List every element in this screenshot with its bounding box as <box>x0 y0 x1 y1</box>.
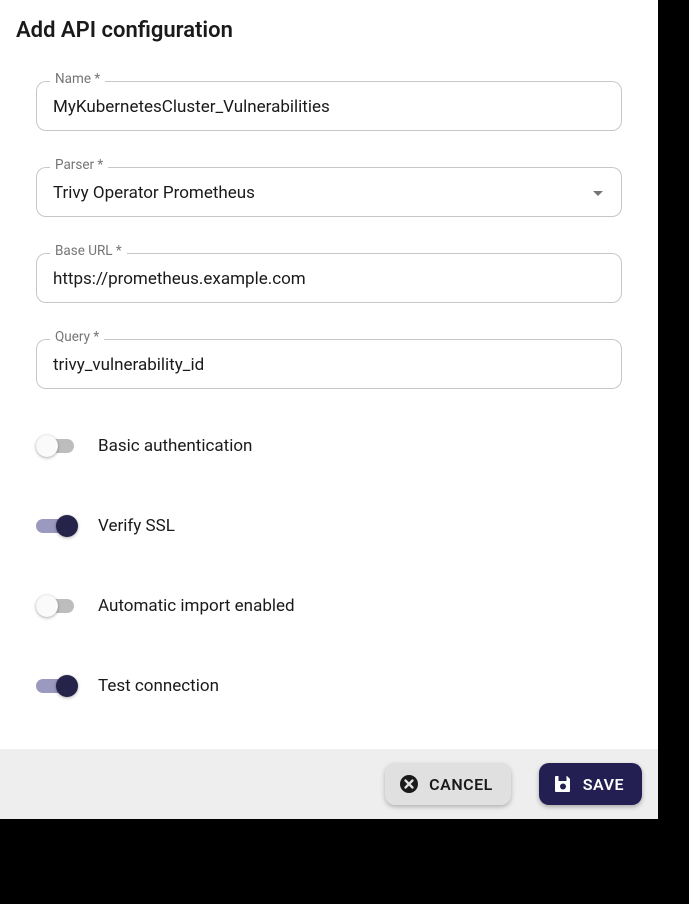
query-field-group: Query * <box>36 339 622 389</box>
dialog-title: Add API configuration <box>0 0 658 55</box>
parser-label: Parser * <box>50 157 108 173</box>
toggles-section: Basic authentication Verify SSL Automati… <box>36 433 622 699</box>
verify-ssl-toggle[interactable] <box>36 515 80 537</box>
test-connection-label: Test connection <box>98 676 219 696</box>
base-url-field-group: Base URL * <box>36 253 622 303</box>
cancel-button[interactable]: CANCEL <box>385 763 511 805</box>
auto-import-label: Automatic import enabled <box>98 596 295 616</box>
dialog-actions: CANCEL SAVE <box>0 749 658 819</box>
verify-ssl-row: Verify SSL <box>36 513 622 539</box>
base-url-label: Base URL * <box>50 243 127 259</box>
basic-auth-row: Basic authentication <box>36 433 622 459</box>
name-input[interactable] <box>36 81 622 131</box>
verify-ssl-label: Verify SSL <box>98 516 175 536</box>
name-field-group: Name * <box>36 81 622 131</box>
save-icon <box>553 774 573 794</box>
parser-select-wrapper: Trivy Operator Prometheus <box>36 167 622 217</box>
api-config-dialog: Add API configuration Name * Parser * Tr… <box>0 0 658 819</box>
basic-auth-toggle[interactable] <box>36 435 80 457</box>
parser-field-group: Parser * Trivy Operator Prometheus <box>36 167 622 217</box>
dialog-content: Name * Parser * Trivy Operator Prometheu… <box>0 55 658 749</box>
close-icon <box>399 774 419 794</box>
test-connection-row: Test connection <box>36 673 622 699</box>
base-url-input[interactable] <box>36 253 622 303</box>
save-button-label: SAVE <box>583 775 624 794</box>
cancel-button-label: CANCEL <box>429 775 493 794</box>
query-label: Query * <box>50 329 104 345</box>
basic-auth-label: Basic authentication <box>98 436 252 456</box>
save-button[interactable]: SAVE <box>539 763 642 805</box>
auto-import-row: Automatic import enabled <box>36 593 622 619</box>
parser-select[interactable]: Trivy Operator Prometheus <box>36 167 622 217</box>
query-input[interactable] <box>36 339 622 389</box>
test-connection-toggle[interactable] <box>36 675 80 697</box>
name-label: Name * <box>50 71 105 87</box>
auto-import-toggle[interactable] <box>36 595 80 617</box>
